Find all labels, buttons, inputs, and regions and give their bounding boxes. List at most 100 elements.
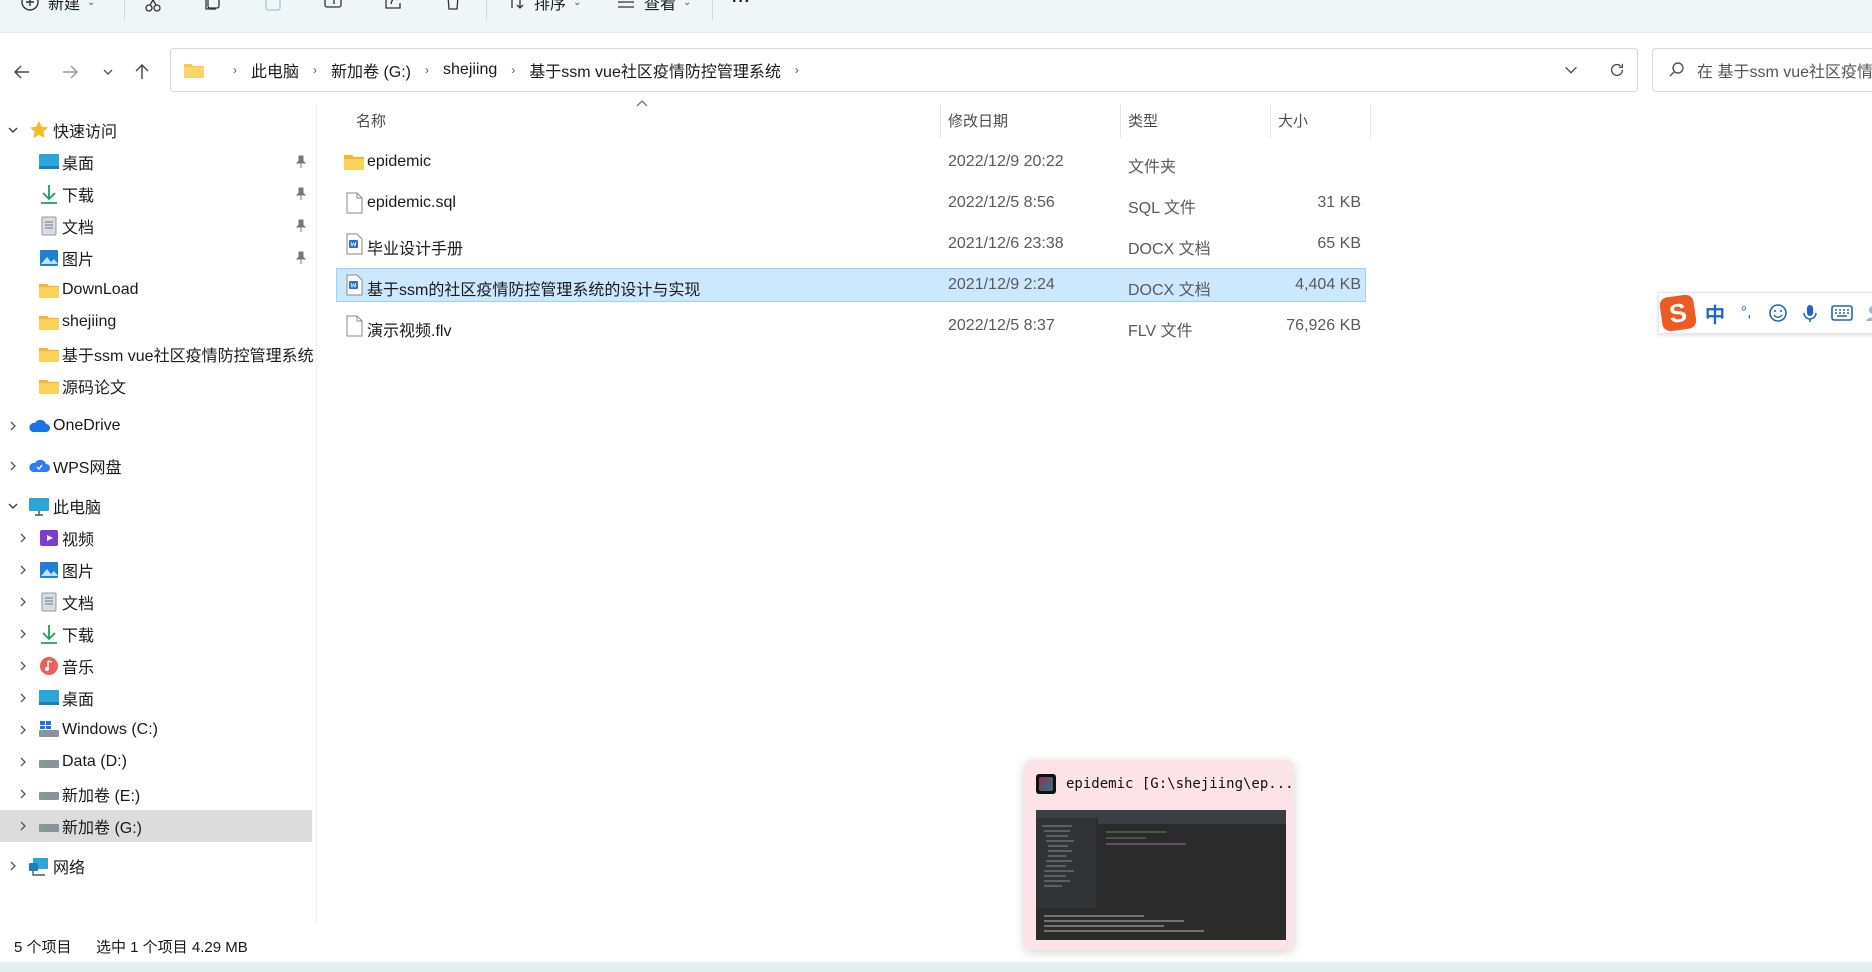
more-button[interactable]: ···	[732, 0, 751, 18]
nav-quick-downloads[interactable]: 下载	[0, 178, 312, 210]
nav-pc-drive-e[interactable]: 新加卷 (E:)	[0, 778, 312, 810]
nav-pc-videos[interactable]: 视频	[0, 522, 312, 554]
expand-chevron-icon[interactable]	[6, 459, 20, 473]
nav-pc-documents[interactable]: 文档	[0, 586, 312, 618]
expand-chevron-icon[interactable]	[6, 859, 20, 873]
microphone-icon[interactable]	[1799, 302, 1821, 324]
folder-icon	[38, 343, 60, 365]
column-divider[interactable]	[1120, 104, 1121, 138]
nav-quick-shejiing[interactable]: shejiing	[0, 306, 312, 338]
file-row[interactable]: 演示视频.flv 2022/12/5 8:37 FLV 文件 76,926 KB	[336, 309, 1366, 343]
file-date: 2022/12/5 8:37	[948, 317, 1055, 334]
rename-icon[interactable]	[320, 0, 346, 14]
new-button[interactable]: 新建 ⌄	[20, 0, 95, 18]
nav-pc-drive-d[interactable]: Data (D:)	[0, 746, 312, 778]
nav-label: 视频	[62, 532, 95, 549]
expand-chevron-icon[interactable]	[16, 627, 30, 641]
breadcrumb: › 此电脑 › 新加卷 (G:) › shejiing › 基于ssm vue社…	[183, 58, 813, 82]
nav-quick-source-papers[interactable]: 源码论文	[0, 370, 312, 402]
share-icon[interactable]	[380, 0, 406, 14]
folder-icon	[184, 64, 204, 78]
nav-quick-access[interactable]: 快速访问	[0, 114, 312, 146]
pin-icon[interactable]	[294, 155, 308, 169]
expand-chevron-icon[interactable]	[16, 723, 30, 737]
nav-wps-drive[interactable]: WPS网盘	[0, 450, 312, 482]
nav-pc-drive-g[interactable]: 新加卷 (G:)	[0, 810, 312, 842]
file-type: 文件夹	[1128, 159, 1177, 176]
nav-this-pc[interactable]: 此电脑	[0, 490, 312, 522]
ime-mode-toggle[interactable]: 中	[1705, 299, 1725, 328]
expand-chevron-icon[interactable]	[16, 659, 30, 673]
copy-icon[interactable]	[200, 0, 226, 14]
nav-onedrive[interactable]: OneDrive	[0, 410, 312, 442]
pictures-icon	[38, 559, 60, 581]
column-divider[interactable]	[1370, 104, 1371, 138]
back-button[interactable]	[8, 58, 36, 86]
column-header-size[interactable]: 大小	[1278, 110, 1308, 131]
expand-chevron-icon[interactable]	[16, 787, 30, 801]
nav-quick-pictures[interactable]: 图片	[0, 242, 312, 274]
cut-icon[interactable]	[140, 0, 166, 14]
breadcrumb-this-pc[interactable]: 此电脑	[251, 58, 299, 82]
view-button[interactable]: 查看 ⌄	[616, 0, 691, 18]
pin-icon[interactable]	[294, 219, 308, 233]
file-name: 基于ssm的社区疫情防控管理系统的设计与实现	[367, 282, 701, 299]
pin-icon[interactable]	[294, 251, 308, 265]
nav-quick-documents[interactable]: 文档	[0, 210, 312, 242]
punctuation-icon[interactable]: °,	[1735, 302, 1757, 324]
file-type: DOCX 文档	[1128, 282, 1211, 299]
address-bar[interactable]: › 此电脑 › 新加卷 (G:) › shejiing › 基于ssm vue社…	[170, 48, 1638, 92]
expand-chevron-icon[interactable]	[6, 499, 20, 513]
file-row[interactable]: epidemic.sql 2022/12/5 8:56 SQL 文件 31 KB	[336, 186, 1366, 220]
expand-chevron-icon[interactable]	[16, 531, 30, 545]
chevron-right-icon: ›	[794, 63, 799, 77]
nav-quick-desktop[interactable]: 桌面	[0, 146, 312, 178]
folder-icon	[38, 311, 60, 333]
expand-chevron-icon[interactable]	[16, 755, 30, 769]
file-row-selected[interactable]: 基于ssm的社区疫情防控管理系统的设计与实现 2021/12/9 2:24 DO…	[336, 268, 1366, 302]
nav-pc-pictures[interactable]: 图片	[0, 554, 312, 586]
breadcrumb-current-folder[interactable]: 基于ssm vue社区疫情防控管理系统	[529, 58, 781, 82]
nav-pc-music[interactable]: 音乐	[0, 650, 312, 682]
expand-chevron-icon[interactable]	[6, 419, 20, 433]
nav-pc-downloads[interactable]: 下载	[0, 618, 312, 650]
expand-chevron-icon[interactable]	[6, 123, 20, 137]
delete-icon[interactable]	[440, 0, 466, 14]
file-date: 2021/12/9 2:24	[948, 276, 1055, 293]
emoji-icon[interactable]	[1767, 302, 1789, 324]
address-history-button[interactable]	[1551, 50, 1591, 90]
nav-network[interactable]: 网络	[0, 850, 312, 882]
taskbar-window-preview[interactable]: epidemic [G:\shejiing\ep...	[1024, 760, 1294, 950]
expand-chevron-icon[interactable]	[16, 595, 30, 609]
up-button[interactable]	[128, 58, 156, 86]
file-row[interactable]: epidemic 2022/12/9 20:22 文件夹	[336, 145, 1366, 179]
column-header-type[interactable]: 类型	[1128, 110, 1158, 131]
nav-quick-download-folder[interactable]: DownLoad	[0, 274, 312, 306]
column-header-name[interactable]: 名称	[356, 110, 386, 131]
search-box[interactable]: 在 基于ssm vue社区疫情防控管理系统 中搜索	[1652, 48, 1872, 92]
refresh-button[interactable]	[1597, 50, 1637, 90]
nav-quick-project-folder[interactable]: 基于ssm vue社区疫情防控管理系统	[0, 338, 314, 370]
breadcrumb-shejiing[interactable]: shejiing	[443, 61, 497, 79]
expand-chevron-icon[interactable]	[16, 691, 30, 705]
column-divider[interactable]	[940, 104, 941, 138]
column-header-date[interactable]: 修改日期	[948, 110, 1008, 131]
column-divider[interactable]	[1270, 104, 1271, 138]
download-icon	[38, 623, 60, 645]
pin-icon[interactable]	[294, 187, 308, 201]
sort-button[interactable]: 排序 ⌄	[506, 0, 581, 18]
user-settings-icon[interactable]	[1863, 302, 1872, 324]
nav-pc-drive-c[interactable]: Windows (C:)	[0, 714, 312, 746]
expand-chevron-icon[interactable]	[16, 819, 30, 833]
expand-chevron-icon[interactable]	[16, 563, 30, 577]
ime-toolbar[interactable]: S 中 °,	[1658, 292, 1872, 334]
forward-button[interactable]	[56, 58, 84, 86]
breadcrumb-drive-g[interactable]: 新加卷 (G:)	[331, 58, 411, 82]
recent-locations-button[interactable]	[94, 58, 122, 86]
file-row[interactable]: 毕业设计手册 2021/12/6 23:38 DOCX 文档 65 KB	[336, 227, 1366, 261]
sogou-logo-icon[interactable]: S	[1658, 293, 1698, 333]
keyboard-icon[interactable]	[1831, 302, 1853, 324]
chevron-right-icon: ›	[233, 63, 237, 77]
paste-icon[interactable]	[260, 0, 286, 14]
nav-pc-desktop[interactable]: 桌面	[0, 682, 312, 714]
